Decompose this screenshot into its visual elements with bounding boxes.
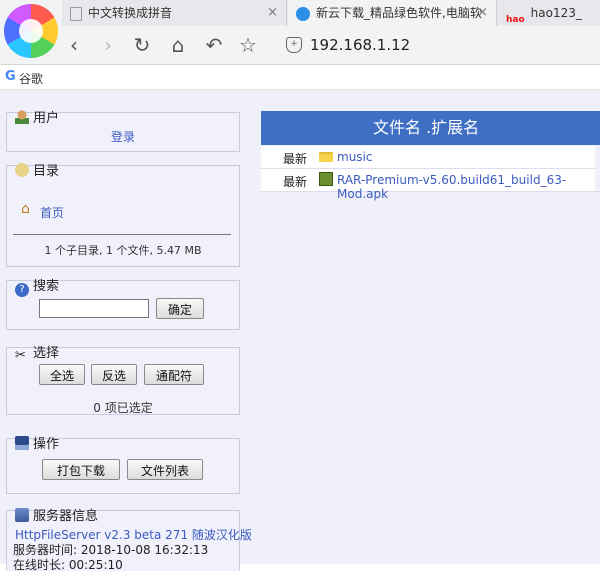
table-row: 最新 RAR-Premium-v5.60.build61_build_63-Mo… [261,169,600,201]
panel-server: 服务器信息 HttpFileServer v2.3 beta 271 随波汉化版… [6,508,252,572]
page-icon [70,6,82,21]
home-icon[interactable]: ⌂ [166,33,190,57]
search-input[interactable] [39,299,149,318]
panel-user: 用户 登录 [6,110,240,152]
url-text: 192.168.1.12 [310,36,411,54]
browser-logo-icon[interactable] [4,4,58,58]
file-link-apk[interactable]: RAR-Premium-v5.60.build61_build_63-Mod.a… [337,173,600,201]
help-icon: ? [15,283,29,297]
panel-select: ✂ 选择 全选 反选 通配符 0 项已选定 [6,346,240,415]
folder-icon [319,152,333,162]
tab-title: 中文转换成拼音 [88,6,173,20]
panel-title-user: 用户 [15,107,59,126]
site-icon [296,6,310,21]
wildcard-button[interactable]: 通配符 [144,364,204,385]
save-icon [15,436,29,450]
close-icon[interactable]: × [267,0,278,26]
file-list-button[interactable]: 文件列表 [127,459,203,480]
column-separator [595,146,600,191]
undo-icon[interactable]: ↶ [202,33,226,57]
apk-file-icon [319,172,333,186]
close-icon[interactable]: × [477,0,488,26]
hao123-icon: hao [506,14,525,25]
home-icon: ⌂ [21,201,30,217]
panel-title-select: ✂ 选择 [15,346,60,363]
panel-title-search: ? 搜索 [15,275,59,297]
back-icon[interactable]: ‹ [62,33,86,57]
bookmark-google[interactable]: 谷歌 [19,70,43,87]
tab-hao123[interactable]: hao hao123_ [498,0,600,26]
tab-title: 新云下载_精品绿色软件,电脑软 [316,6,482,20]
server-uptime: 在线时长: 00:25:10 [13,558,123,572]
select-all-button[interactable]: 全选 [39,364,85,385]
table-row: 最新 music [261,146,600,169]
tab-pinyin[interactable]: 中文转换成拼音 × [62,0,287,26]
archive-download-button[interactable]: 打包下载 [42,459,120,480]
panel-search: ? 搜索 确定 [6,279,240,330]
tab-bar: 中文转换成拼音 × 新云下载_精品绿色软件,电脑软 × hao hao123_ [62,0,600,26]
new-badge: 最新 [283,152,308,166]
panel-operations: 操作 打包下载 文件列表 [6,436,240,494]
search-submit-button[interactable]: 确定 [156,298,204,319]
file-table-header[interactable]: 文件名 .扩展名 [261,111,600,145]
panel-directory: 目录 ⌂ 首页 1 个子目录, 1 个文件, 5.47 MB [6,163,240,267]
folder-open-icon [15,163,29,177]
tab-xinyun[interactable]: 新云下载_精品绿色软件,电脑软 × [288,0,497,26]
column-header-filename: 文件名 .扩展名 [373,118,480,137]
invert-selection-button[interactable]: 反选 [91,364,137,385]
forward-icon[interactable]: › [96,33,120,57]
panel-title-server: 服务器信息 [15,505,98,524]
divider [13,234,231,235]
new-badge: 最新 [283,175,308,189]
toolbar: ‹ › ↻ ⌂ ↶ ☆ + 192.168.1.12 [62,27,600,64]
panel-title-directory: 目录 [15,160,59,179]
page-content: 用户 登录 目录 ⌂ 首页 1 个子目录, 1 个文件, 5.47 MB ? 搜索… [0,90,600,572]
scissors-icon: ✂ [15,348,26,363]
tab-title: hao123_ [530,6,582,20]
home-link[interactable]: 首页 [40,204,64,221]
user-icon [15,110,29,124]
google-icon: G [5,69,16,84]
browser-chrome: 中文转换成拼音 × 新云下载_精品绿色软件,电脑软 × hao hao123_ ‹… [0,0,600,65]
server-icon [15,508,29,522]
bookmarks-bar: G 谷歌 [0,65,600,90]
login-link[interactable]: 登录 [111,128,135,145]
star-icon[interactable]: ☆ [236,33,260,57]
file-link-music[interactable]: music [337,150,372,164]
reload-icon[interactable]: ↻ [130,33,154,57]
panel-title-operations: 操作 [15,433,59,452]
shield-icon: + [286,37,302,53]
directory-stats: 1 个子目录, 1 个文件, 5.47 MB [44,244,202,257]
address-bar[interactable]: + 192.168.1.12 [282,33,592,57]
selection-status: 0 项已选定 [93,401,153,415]
